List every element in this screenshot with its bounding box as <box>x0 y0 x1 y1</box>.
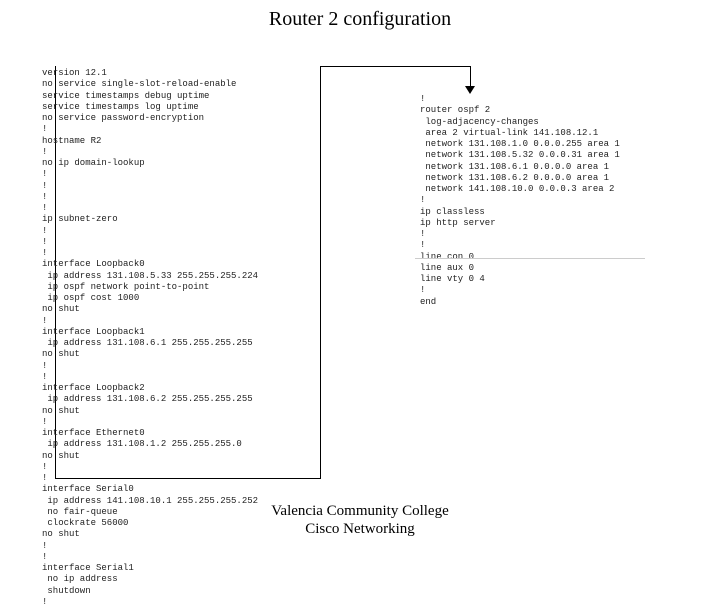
connector-line <box>470 66 471 86</box>
arrow-down-icon <box>465 86 475 94</box>
footer-line-2: Cisco Networking <box>0 520 720 538</box>
connector-line <box>320 66 470 67</box>
router-config-right: ! router ospf 2 log-adjacency-changes ar… <box>420 94 620 308</box>
page-title: Router 2 configuration <box>0 8 720 31</box>
footer-line-1: Valencia Community College <box>0 502 720 520</box>
divider <box>415 258 645 259</box>
footer: Valencia Community College Cisco Network… <box>0 502 720 538</box>
connector-line <box>320 66 321 479</box>
